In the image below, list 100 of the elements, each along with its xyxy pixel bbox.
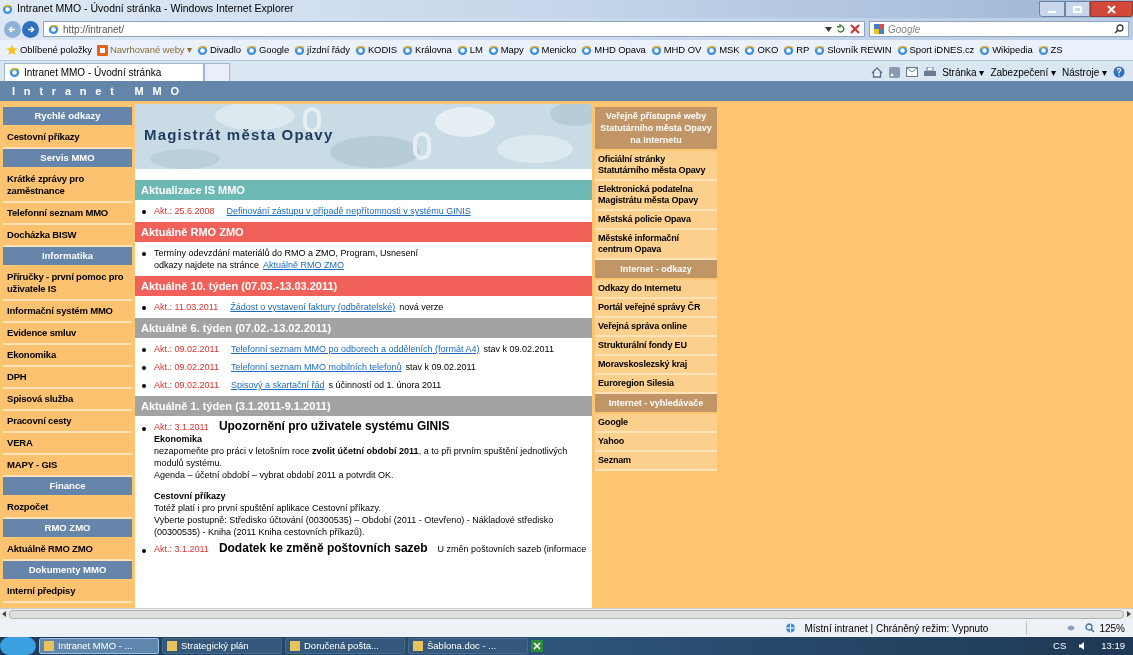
favorite-link[interactable]: Královna	[399, 42, 454, 58]
taskbar-button[interactable]: Intranet MMO - ...	[39, 638, 159, 654]
favorite-link[interactable]: Mapy	[485, 42, 526, 58]
item-text: odkazy najdete na stránce	[154, 259, 260, 271]
sidebar-link[interactable]: Městské informační centrum Opava	[595, 230, 717, 260]
favorite-link[interactable]: MHD Opava	[579, 42, 648, 58]
sidebar-link[interactable]: Portál veřejné správy ČR	[595, 299, 717, 318]
sidebar-link[interactable]: Městská policie Opava	[595, 211, 717, 230]
favorite-link[interactable]: Oblíbené položky	[4, 42, 94, 58]
print-icon[interactable]	[924, 66, 937, 78]
document-link[interactable]: Žádost o vystavení faktury (odběratelské)	[230, 301, 396, 313]
item-note: s účinností od 1. února 2011	[328, 379, 442, 391]
page-icon	[814, 44, 826, 56]
notice-paragraph: Vyberte postupně: Středisko účtování (00300535) – Období (2011 - Otevřeno) - Nákladové středisko (00300535) - Kniha (2011 Kniha cestovních příkazů).	[154, 514, 555, 538]
feed-icon[interactable]	[889, 66, 901, 78]
spreadsheet-icon[interactable]	[531, 640, 543, 652]
favorite-link[interactable]: Menicko	[526, 42, 579, 58]
document-link[interactable]: Definování zástupu v případě nepřítomnosti v systému GINIS	[226, 205, 471, 217]
mail-icon[interactable]	[906, 67, 919, 77]
home-icon[interactable]	[871, 66, 884, 78]
document-link[interactable]: Telefonní seznam MMO po odborech a odděleních (formát A4)	[230, 343, 480, 355]
language-indicator[interactable]: CS	[1053, 638, 1067, 654]
page-icon	[896, 44, 908, 56]
update-date: Akt.: 3.1.2011	[154, 421, 209, 433]
page-icon	[1037, 44, 1049, 56]
command-menu[interactable]: Stránka ▾	[942, 64, 985, 80]
command-menu[interactable]: Zabezpečení ▾	[990, 64, 1056, 80]
section-heading: Aktuálně 6. týden (07.02.-13.02.2011)	[135, 318, 592, 338]
page-icon	[48, 23, 59, 35]
sidebar-link[interactable]: Oficiální stránky Statutárního města Opavy	[595, 151, 717, 181]
sidebar-link[interactable]: Google	[595, 414, 717, 433]
sidebar-link[interactable]: Elektronická podatelna Magistrátu města Opavy	[595, 181, 717, 211]
sidebar-link[interactable]: Odkazy do Internetu	[595, 280, 717, 299]
address-field[interactable]: http://intranet/	[43, 21, 865, 37]
close-icon	[1107, 4, 1116, 14]
browser-tab[interactable]: Intranet MMO - Úvodní stránka	[4, 63, 204, 81]
sidebar-heading: Informatika	[3, 247, 132, 265]
favorite-link[interactable]: Google	[244, 42, 292, 58]
item-note: stav k 09.02.2011	[405, 361, 476, 373]
sidebar-link[interactable]: Euroregion Silesia	[595, 375, 717, 394]
scroll-left-icon[interactable]	[2, 611, 6, 617]
favorite-link[interactable]: MSK	[704, 42, 742, 58]
back-arrow-icon	[8, 24, 17, 34]
favorite-link[interactable]: LM	[454, 42, 485, 58]
taskbar-button[interactable]: Doručená pošta...	[285, 638, 405, 654]
command-menu[interactable]: Nástroje ▾	[1062, 64, 1107, 80]
sidebar-heading: Rychlé odkazy	[3, 107, 132, 125]
favorite-link[interactable]: MHD OV	[648, 42, 704, 58]
sidebar-link[interactable]: Strukturální fondy EU	[595, 337, 717, 356]
minimize-icon	[1048, 11, 1056, 13]
help-icon[interactable]	[1113, 66, 1125, 78]
close-button[interactable]	[1090, 1, 1133, 17]
clock[interactable]: 13:19	[1101, 638, 1125, 654]
forward-button[interactable]	[22, 20, 39, 38]
dropdown-arrow-icon[interactable]	[825, 26, 832, 32]
zoom-button[interactable]: 125%	[1085, 620, 1125, 636]
bullet-icon	[142, 306, 146, 310]
maximize-icon	[1073, 5, 1082, 13]
favorite-link[interactable]: Divadlo	[194, 42, 243, 58]
bullet-icon	[142, 348, 146, 352]
search-box[interactable]: Google	[869, 21, 1129, 37]
favorite-link[interactable]: ZS	[1035, 42, 1065, 58]
sidebar-heading: Dokumenty MMO	[3, 561, 132, 579]
favorite-link[interactable]: Navrhované weby ▾	[94, 42, 194, 58]
favorite-link[interactable]: Sport iDNES.cz	[894, 42, 977, 58]
favorite-link[interactable]: Wikipedia	[977, 42, 1035, 58]
taskbar-button[interactable]: Strategický plán	[162, 638, 282, 654]
section-heading: Aktuálně 1. týden (3.1.2011-9.1.2011)	[135, 396, 592, 416]
url-text: http://intranet/	[63, 22, 125, 37]
update-date: Akt.: 25.6.2008	[154, 205, 215, 217]
back-button[interactable]	[4, 20, 21, 38]
forward-arrow-icon	[26, 24, 35, 34]
search-field[interactable]: Google	[888, 22, 1110, 36]
item-note: stav k 09.02.2011	[483, 343, 554, 355]
start-button[interactable]	[0, 637, 36, 655]
document-link[interactable]: Telefonní seznam MMO mobilních telefonů	[230, 361, 402, 373]
page-icon	[9, 67, 20, 78]
favorite-link[interactable]: RP	[781, 42, 812, 58]
sidebar-link[interactable]: Seznam	[595, 452, 717, 471]
page-link[interactable]: Aktuálně RMO ZMO	[263, 259, 345, 271]
document-link[interactable]: Spisový a skartační řád	[230, 379, 325, 391]
minimize-button[interactable]	[1039, 1, 1065, 17]
favorite-link[interactable]: jízdní řády	[292, 42, 352, 58]
maximize-button[interactable]	[1065, 1, 1090, 17]
page-icon	[401, 44, 413, 56]
scroll-right-icon[interactable]	[1127, 611, 1131, 617]
sidebar-link[interactable]: Yahoo	[595, 433, 717, 452]
page-icon	[196, 44, 208, 56]
page-icon	[744, 44, 756, 56]
sidebar-link[interactable]: Moravskoslezský kraj	[595, 356, 717, 375]
status-text: Místní intranet | Chráněný režim: Vypnuto	[804, 621, 989, 636]
favorite-link[interactable]: KODIS	[352, 42, 399, 58]
favorite-link[interactable]: OKO	[742, 42, 781, 58]
page-icon	[783, 44, 795, 56]
horizontal-scrollbar[interactable]	[0, 608, 1133, 619]
sidebar-link[interactable]: Veřejná správa online	[595, 318, 717, 337]
taskbar-button[interactable]: Šablona.doc - ...	[408, 638, 528, 654]
bullet-icon	[142, 427, 146, 431]
page-icon	[528, 44, 540, 56]
favorite-link[interactable]: Slovník REWIN	[812, 42, 894, 58]
